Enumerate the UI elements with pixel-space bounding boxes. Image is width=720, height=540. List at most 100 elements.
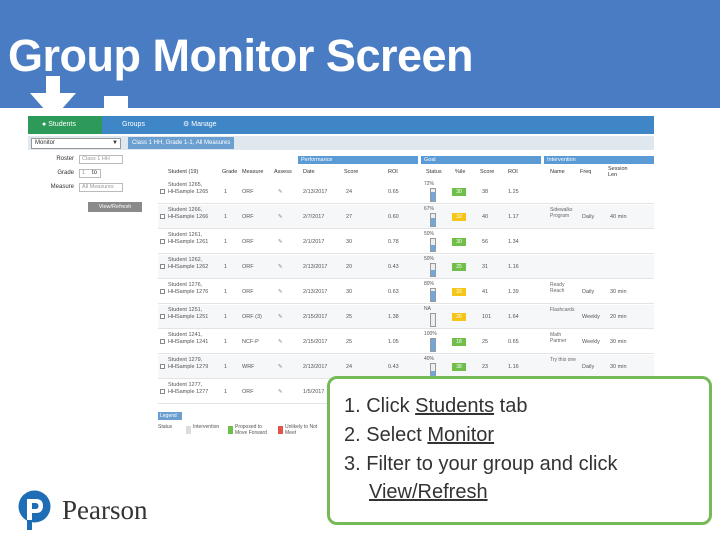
step-2-link[interactable]: Monitor (427, 424, 494, 446)
intervention-name[interactable]: Sidewalks Program (550, 205, 578, 229)
goal-roi-cell: 1.25 (508, 189, 519, 195)
measure-cell: ORF (242, 239, 254, 245)
tab-students-label: Students (48, 121, 76, 128)
col-roi[interactable]: ROI (388, 166, 398, 178)
row-checkbox[interactable] (160, 389, 165, 394)
pearson-wordmark: Pearson (62, 495, 148, 525)
edit-icon[interactable]: ✎ (278, 230, 283, 254)
student-name[interactable]: Student 1266, HHSample 1266 (168, 205, 220, 229)
grade-cell: 1 (224, 314, 228, 320)
measure-select[interactable]: All Measures (79, 183, 123, 192)
intervention-name[interactable] (550, 180, 578, 204)
table-row[interactable]: Student 1266, HHSample 1266 1 ORF ✎ 2/7/2017… (158, 205, 654, 229)
table-row[interactable]: Student 1265, HHSample 1265 1 ORF ✎ 2/13/201… (158, 180, 654, 204)
col-freq[interactable]: Freq (580, 166, 591, 178)
row-checkbox[interactable] (160, 364, 165, 369)
intervention-name[interactable]: Ready Reach (550, 280, 578, 304)
intervention-name[interactable] (550, 230, 578, 254)
row-checkbox[interactable] (160, 339, 165, 344)
instructions-callout: 1. Click Students tab 2. Select Monitor … (327, 376, 712, 525)
status-gauge (430, 363, 436, 377)
step-1-link[interactable]: Students (415, 395, 494, 417)
measure-cell: ORF (242, 289, 254, 295)
edit-icon[interactable]: ✎ (278, 205, 283, 229)
table-row[interactable]: Student 1262, HHSample 1262 1 ORF ✎ 2/13/201… (158, 255, 654, 279)
tab-groups[interactable]: Groups (122, 116, 152, 134)
roi-cell: 1.05 (388, 339, 399, 345)
col-goal-score[interactable]: Score (480, 166, 494, 178)
table-row[interactable]: Student 1251, HHSample 1251 1 ORF (3) ✎ 2/15… (158, 305, 654, 329)
col-goal-roi[interactable]: ROI (508, 166, 518, 178)
col-measure[interactable]: Measure (242, 166, 263, 178)
goal-score-cell: 40 (482, 214, 489, 220)
student-name[interactable]: Student 1251, HHSample 1251 (168, 305, 220, 329)
col-date[interactable]: Date (303, 166, 315, 178)
roi-cell: 1.38 (388, 314, 399, 320)
student-name[interactable]: Student 1261, HHSample 1261 (168, 230, 220, 254)
row-checkbox[interactable] (160, 214, 165, 219)
chevron-down-icon: ▼ (112, 140, 118, 146)
intervention-name[interactable]: Math Partner (550, 330, 578, 354)
table-row[interactable]: Student 1261, HHSample 1261 1 ORF ✎ 2/1/2017… (158, 230, 654, 254)
col-assess[interactable]: Assess (274, 166, 292, 178)
row-checkbox[interactable] (160, 264, 165, 269)
table-row[interactable]: Student 1241, HHSample 1241 1 NCF-P ✎ 2/15/2… (158, 330, 654, 354)
freq-cell: Daily (582, 214, 595, 220)
goal-roi-cell: 1.34 (508, 239, 519, 245)
intervention-name[interactable] (550, 255, 578, 279)
session-len-cell: 20 min (610, 314, 627, 320)
roster-select[interactable]: Class 1 HH (79, 155, 123, 164)
row-checkbox[interactable] (160, 314, 165, 319)
edit-icon[interactable]: ✎ (278, 180, 283, 204)
roi-cell: 0.65 (388, 189, 399, 195)
grade-to-label: to (92, 170, 98, 176)
tab-students[interactable]: ● Students (28, 116, 102, 134)
student-name[interactable]: Student 1276, HHSample 1276 (168, 280, 220, 304)
percentile-pill: 33 (452, 288, 466, 296)
percentile-pill: 18 (452, 338, 466, 346)
freq-cell: Daily (582, 289, 595, 295)
col-student[interactable]: Student (19) (168, 166, 198, 178)
measure-cell: ORF (242, 389, 254, 395)
score-cell: 20 (346, 264, 353, 270)
row-checkbox[interactable] (160, 289, 165, 294)
grade-cell: 1 (224, 189, 228, 195)
roi-cell: 0.60 (388, 214, 399, 220)
col-percentile[interactable]: %ile (455, 166, 465, 178)
student-name[interactable]: Student 1241, HHSample 1241 (168, 330, 220, 354)
col-score[interactable]: Score (344, 166, 358, 178)
freq-cell: Weekly (582, 314, 600, 320)
measure-cell: WRF (242, 364, 255, 370)
student-name[interactable]: Student 1279, HHSample 1279 (168, 355, 220, 379)
grade-cell: 1 (224, 389, 228, 395)
col-session-len[interactable]: Session Len (608, 166, 638, 178)
intervention-name[interactable]: Flashcards (550, 305, 578, 329)
edit-icon[interactable]: ✎ (278, 305, 283, 329)
table-row[interactable]: Student 1276, HHSample 1276 1 ORF ✎ 2/13/201… (158, 280, 654, 304)
goal-roi-cell: 1.64 (508, 314, 519, 320)
edit-icon[interactable]: ✎ (278, 355, 283, 379)
student-name[interactable]: Student 1277, HHSample 1277 (168, 380, 220, 404)
col-grade[interactable]: Grade (222, 166, 237, 178)
edit-icon[interactable]: ✎ (278, 380, 283, 404)
tab-manage[interactable]: ⚙ Manage (183, 116, 233, 134)
instruction-step-3-link[interactable]: View/Refresh (369, 481, 488, 504)
grade-cell: 1 (224, 289, 228, 295)
row-checkbox[interactable] (160, 189, 165, 194)
date-cell: 2/15/2017 (303, 339, 328, 345)
measure-cell: ORF (242, 264, 254, 270)
instruction-step-3: 3. Filter to your group and click (344, 453, 618, 475)
col-int-name[interactable]: Name (550, 166, 565, 178)
edit-icon[interactable]: ✎ (278, 280, 283, 304)
session-len-cell: 30 min (610, 339, 627, 345)
student-name[interactable]: Student 1265, HHSample 1265 (168, 180, 220, 204)
edit-icon[interactable]: ✎ (278, 255, 283, 279)
measure-cell: ORF (3) (242, 314, 262, 320)
view-refresh-button[interactable]: View/Refresh (88, 202, 142, 212)
legend-label: Proposed to Move Forward (235, 424, 267, 436)
student-name[interactable]: Student 1262, HHSample 1262 (168, 255, 220, 279)
score-cell: 25 (346, 339, 353, 345)
monitor-select[interactable]: Monitor ▼ (31, 138, 121, 149)
row-checkbox[interactable] (160, 239, 165, 244)
edit-icon[interactable]: ✎ (278, 330, 283, 354)
